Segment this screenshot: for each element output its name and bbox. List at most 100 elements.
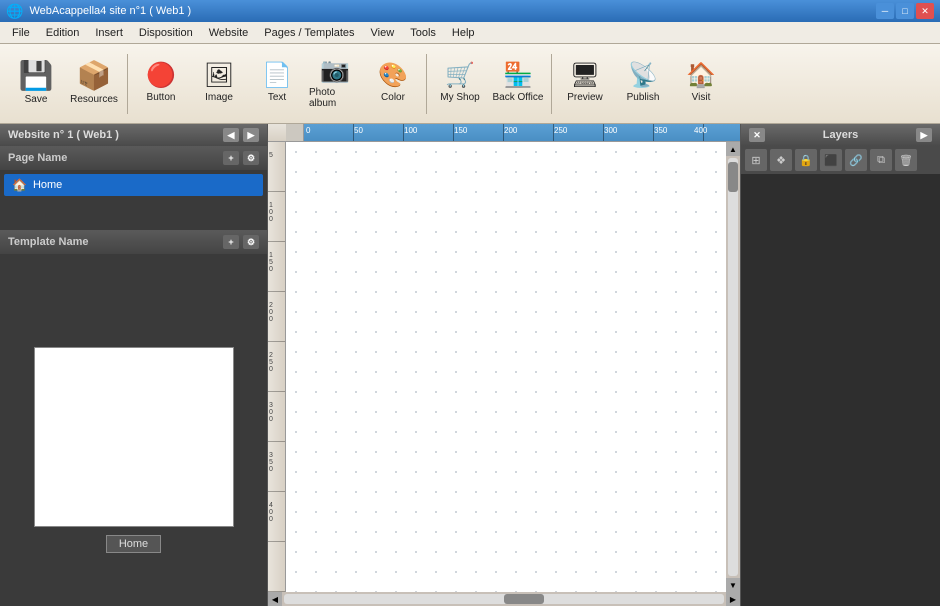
text-icon: 📄 [262, 64, 292, 88]
layers-title: Layers [823, 129, 858, 141]
toolbar-separator-2 [426, 54, 427, 114]
toolbar-separator-3 [551, 54, 552, 114]
ruler-mark-300: 300 [604, 126, 617, 135]
page-settings-button[interactable]: ⚙ [243, 151, 259, 165]
scroll-track-v[interactable] [728, 158, 738, 576]
photo-album-label: Photo album [309, 87, 361, 109]
menu-disposition[interactable]: Disposition [131, 25, 201, 41]
close-button[interactable]: ✕ [916, 3, 934, 19]
scroll-thumb-h[interactable] [504, 594, 544, 604]
ruler-vertical: 5 100 150 200 250 300 350 400 [268, 142, 286, 592]
menu-website[interactable]: Website [201, 25, 257, 41]
layer-visibility-btn[interactable]: ⬛ [820, 149, 842, 171]
visit-button[interactable]: 🏠 Visit [673, 49, 729, 119]
scroll-up-button[interactable]: ▲ [726, 142, 740, 156]
ruler-mark-400: 400 [694, 126, 707, 135]
maximize-button[interactable]: □ [896, 3, 914, 19]
scroll-thumb-v[interactable] [728, 162, 738, 192]
save-button[interactable]: 💾 Save [8, 49, 64, 119]
add-page-button[interactable]: + [223, 151, 239, 165]
menu-tools[interactable]: Tools [402, 25, 444, 41]
preview-label: Home [106, 535, 161, 553]
panel-controls: ◀ ▶ [223, 128, 259, 142]
scroll-right-button[interactable]: ▶ [726, 592, 740, 606]
my-shop-button[interactable]: 🛒 My Shop [432, 49, 488, 119]
back-office-label: Back Office [493, 92, 544, 103]
ruler-mark-100: 100 [404, 126, 417, 135]
ruler-mark-0: 0 [306, 126, 310, 135]
menu-pages-templates[interactable]: Pages / Templates [256, 25, 362, 41]
ruler-mark-350: 350 [654, 126, 667, 135]
add-template-button[interactable]: + [223, 235, 239, 249]
preview-button[interactable]: 🖥 Preview [557, 49, 613, 119]
toolbar: 💾 Save 📦 Resources 🔴 Button 🖼 Image 📄 Te… [0, 44, 940, 124]
ruler-horizontal: 0 50 100 150 200 250 300 350 400 [268, 124, 740, 142]
save-label: Save [25, 94, 48, 105]
resources-label: Resources [70, 94, 118, 105]
photo-album-button[interactable]: 📷 Photo album [307, 49, 363, 119]
layers-collapse-btn[interactable]: ▶ [916, 128, 932, 142]
back-office-button[interactable]: 🏪 Back Office [490, 49, 546, 119]
canvas-wrapper: 5 100 150 200 250 300 350 400 ▲ [268, 142, 740, 592]
minimize-button[interactable]: ─ [876, 3, 894, 19]
menu-edition[interactable]: Edition [38, 25, 88, 41]
my-shop-icon: 🛒 [445, 64, 475, 88]
scrollbar-vertical[interactable]: ▲ ▼ [726, 142, 740, 592]
ruler-mark-200: 200 [504, 126, 517, 135]
page-name-section: Page Name + ⚙ [0, 146, 267, 170]
left-panel: Website n° 1 ( Web1 ) ◀ ▶ Page Name + ⚙ … [0, 124, 268, 606]
window-title: WebAcappella4 site n°1 ( Web1 ) [29, 5, 191, 17]
menu-view[interactable]: View [363, 25, 403, 41]
publish-label: Publish [627, 92, 660, 103]
color-button[interactable]: 🎨 Color [365, 49, 421, 119]
scroll-down-button[interactable]: ▼ [726, 578, 740, 592]
ruler-mark-150: 150 [454, 126, 467, 135]
layer-show-btn[interactable]: ⊞ [745, 149, 767, 171]
button-icon: 🔴 [146, 64, 176, 88]
template-list [0, 254, 267, 294]
color-icon: 🎨 [378, 64, 408, 88]
publish-button[interactable]: 📡 Publish [615, 49, 671, 119]
layer-delete-btn[interactable]: 🗑 [895, 149, 917, 171]
template-settings-button[interactable]: ⚙ [243, 235, 259, 249]
text-label: Text [268, 92, 286, 103]
layers-panel-header: ✕ Layers ▶ [741, 124, 940, 146]
image-button[interactable]: 🖼 Image [191, 49, 247, 119]
text-button[interactable]: 📄 Text [249, 49, 305, 119]
image-label: Image [205, 92, 233, 103]
layers-toolbar: ⊞ ❖ 🔒 ⬛ 🔗 ⧉ 🗑 [741, 146, 940, 174]
menu-file[interactable]: File [4, 25, 38, 41]
window-controls: ─ □ ✕ [876, 3, 934, 19]
website-title: Website n° 1 ( Web1 ) [8, 129, 119, 141]
canvas-content[interactable] [286, 142, 726, 592]
panel-expand-right[interactable]: ▶ [243, 128, 259, 142]
preview-label: Preview [567, 92, 603, 103]
preview-area: Home [0, 294, 267, 606]
photo-album-icon: 📷 [320, 59, 350, 83]
left-panel-header: Website n° 1 ( Web1 ) ◀ ▶ [0, 124, 267, 146]
menu-help[interactable]: Help [444, 25, 483, 41]
resources-button[interactable]: 📦 Resources [66, 49, 122, 119]
layer-arrange-btn[interactable]: ❖ [770, 149, 792, 171]
panel-collapse-left[interactable]: ◀ [223, 128, 239, 142]
page-list: 🏠 Home [0, 170, 267, 230]
menu-insert[interactable]: Insert [87, 25, 131, 41]
menubar: File Edition Insert Disposition Website … [0, 22, 940, 44]
button-button[interactable]: 🔴 Button [133, 49, 189, 119]
back-office-icon: 🏪 [503, 64, 533, 88]
layer-lock-btn[interactable]: 🔒 [795, 149, 817, 171]
scroll-left-button[interactable]: ◀ [268, 592, 282, 606]
preview-thumbnail [34, 347, 234, 527]
layers-close-btn[interactable]: ✕ [749, 128, 765, 142]
app-icon: 🌐 [6, 3, 23, 20]
template-name-section: Template Name + ⚙ [0, 230, 267, 254]
scroll-track-h[interactable] [284, 594, 724, 604]
ruler-mark-250: 250 [554, 126, 567, 135]
layer-link-btn[interactable]: 🔗 [845, 149, 867, 171]
page-item-name: Home [33, 179, 62, 191]
home-icon: 🏠 [12, 178, 27, 192]
page-item-home[interactable]: 🏠 Home [4, 174, 263, 196]
resources-icon: 📦 [77, 62, 112, 90]
layer-group-btn[interactable]: ⧉ [870, 149, 892, 171]
main-area: Website n° 1 ( Web1 ) ◀ ▶ Page Name + ⚙ … [0, 124, 940, 606]
